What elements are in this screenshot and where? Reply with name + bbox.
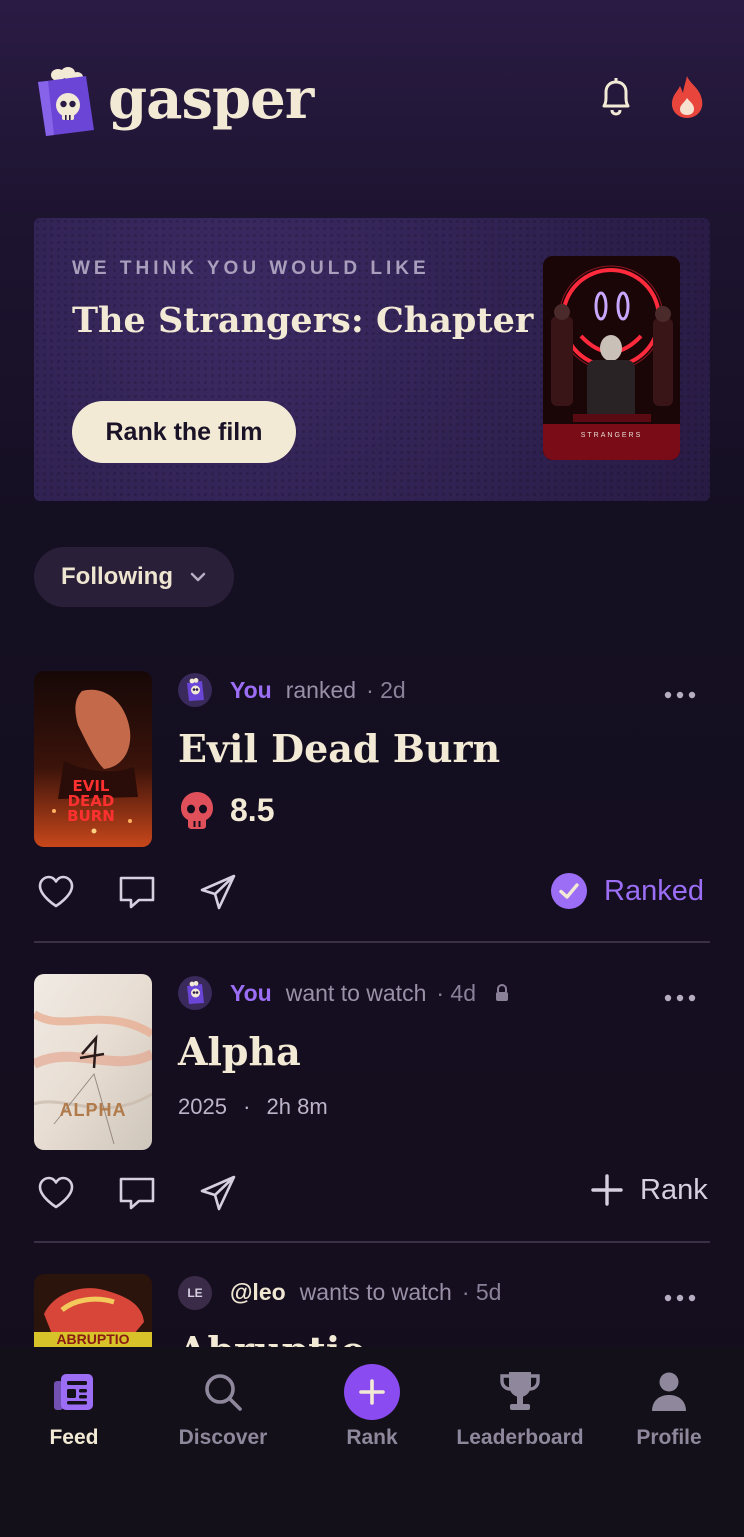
nav-label: Feed — [49, 1426, 99, 1449]
poster-title-text: ABRUPTIO — [56, 1332, 130, 1347]
film-title[interactable]: Evil Dead Burn — [178, 726, 500, 771]
feed-divider — [34, 1241, 710, 1243]
feed-item-meta: @leo wants to watch · 5d — [230, 1279, 501, 1306]
comment-icon[interactable] — [117, 872, 157, 912]
trophy-icon — [500, 1372, 540, 1410]
share-icon[interactable] — [198, 1173, 238, 1213]
check-circle-icon — [551, 873, 587, 909]
nav-feed[interactable]: Feed — [0, 1347, 148, 1457]
notifications-bell-icon[interactable] — [596, 76, 636, 118]
film-details: 2025 · 2h 8m — [178, 1094, 328, 1120]
skull-score-icon — [181, 792, 213, 829]
app-header: gasper — [0, 0, 744, 190]
alpha-poster[interactable]: ALPHA — [34, 974, 152, 1150]
user-name[interactable]: You — [230, 677, 272, 703]
film-year: 2025 — [178, 1094, 227, 1119]
nav-discover[interactable]: Discover — [149, 1347, 297, 1457]
user-name[interactable]: You — [230, 980, 272, 1006]
streak-flame-icon[interactable] — [666, 74, 708, 120]
ranked-status-label: Ranked — [604, 874, 704, 907]
feed-divider — [34, 941, 710, 943]
nav-label: Leaderboard — [456, 1426, 584, 1449]
recommendation-eyebrow: WE THINK YOU WOULD LIKE — [72, 258, 430, 279]
film-runtime: 2h 8m — [266, 1094, 328, 1119]
avatar-initials: LE — [187, 1286, 203, 1300]
film-title[interactable]: Alpha — [178, 1029, 301, 1074]
rank-button[interactable]: Rank — [590, 1173, 708, 1207]
poster-title-text: ALPHA — [59, 1100, 127, 1120]
score-value: 8.5 — [230, 791, 275, 828]
user-name[interactable]: @leo — [230, 1279, 286, 1305]
abruptio-poster[interactable]: ABRUPTIO — [34, 1274, 152, 1347]
feed-item-meta: You ranked · 2d — [230, 677, 406, 704]
person-icon — [652, 1372, 686, 1411]
feed-icon — [54, 1374, 93, 1410]
score-row: 8.5 — [178, 790, 274, 830]
nav-profile[interactable]: Profile — [595, 1347, 743, 1457]
evil-dead-burn-poster[interactable]: EVIL DEAD BURN — [34, 671, 152, 847]
comment-icon[interactable] — [117, 1173, 157, 1213]
more-options-icon[interactable] — [664, 690, 696, 700]
bottom-navigation: Feed Discover Rank Leaderboard Profile — [0, 1347, 744, 1537]
timestamp: · 2d — [366, 677, 406, 703]
timestamp: · 5d — [461, 1279, 502, 1305]
more-options-icon[interactable] — [664, 1293, 696, 1303]
popcorn-skull-logo-icon — [34, 66, 96, 138]
timestamp: · 4d — [436, 980, 477, 1006]
poster-title-text: EVIL DEAD BURN — [67, 777, 115, 825]
film-title[interactable]: Abruptio — [178, 1328, 366, 1347]
user-avatar[interactable] — [178, 976, 212, 1010]
nav-label: Profile — [636, 1426, 702, 1449]
nav-label: Rank — [346, 1426, 398, 1449]
nav-rank[interactable]: Rank — [298, 1347, 446, 1457]
share-icon[interactable] — [198, 872, 238, 912]
recommendation-poster[interactable]: STRANGERS — [543, 256, 680, 460]
recommendation-card: WE THINK YOU WOULD LIKE The Strangers: C… — [34, 218, 710, 501]
heart-icon[interactable] — [36, 872, 76, 912]
nav-leaderboard[interactable]: Leaderboard — [446, 1347, 594, 1457]
feed-filter-label: Following — [61, 563, 173, 590]
user-avatar[interactable]: LE — [178, 1276, 212, 1310]
plus-icon — [591, 1174, 623, 1206]
nav-label: Discover — [178, 1426, 268, 1449]
action-text: want to watch — [285, 980, 427, 1006]
rank-button-label: Rank — [640, 1173, 708, 1206]
search-icon — [205, 1374, 242, 1411]
action-text: wants to watch — [299, 1279, 452, 1305]
lock-icon — [496, 983, 509, 1001]
plus-icon — [344, 1364, 400, 1420]
feed-item-meta: You want to watch · 4d — [230, 980, 510, 1007]
ranked-status-button[interactable]: Ranked — [550, 872, 704, 910]
rank-the-film-button[interactable]: Rank the film — [72, 401, 296, 463]
chevron-down-icon — [190, 572, 206, 582]
recommendation-title: The Strangers: Chapter 2 — [72, 300, 570, 341]
detail-separator: · — [243, 1094, 251, 1119]
brand-name: gasper — [108, 66, 314, 132]
heart-icon[interactable] — [36, 1173, 76, 1213]
more-options-icon[interactable] — [664, 993, 696, 1003]
feed-filter-dropdown[interactable]: Following — [34, 547, 234, 607]
action-text: ranked — [285, 677, 357, 703]
user-avatar[interactable] — [178, 673, 212, 707]
poster-caption: STRANGERS — [580, 432, 643, 439]
